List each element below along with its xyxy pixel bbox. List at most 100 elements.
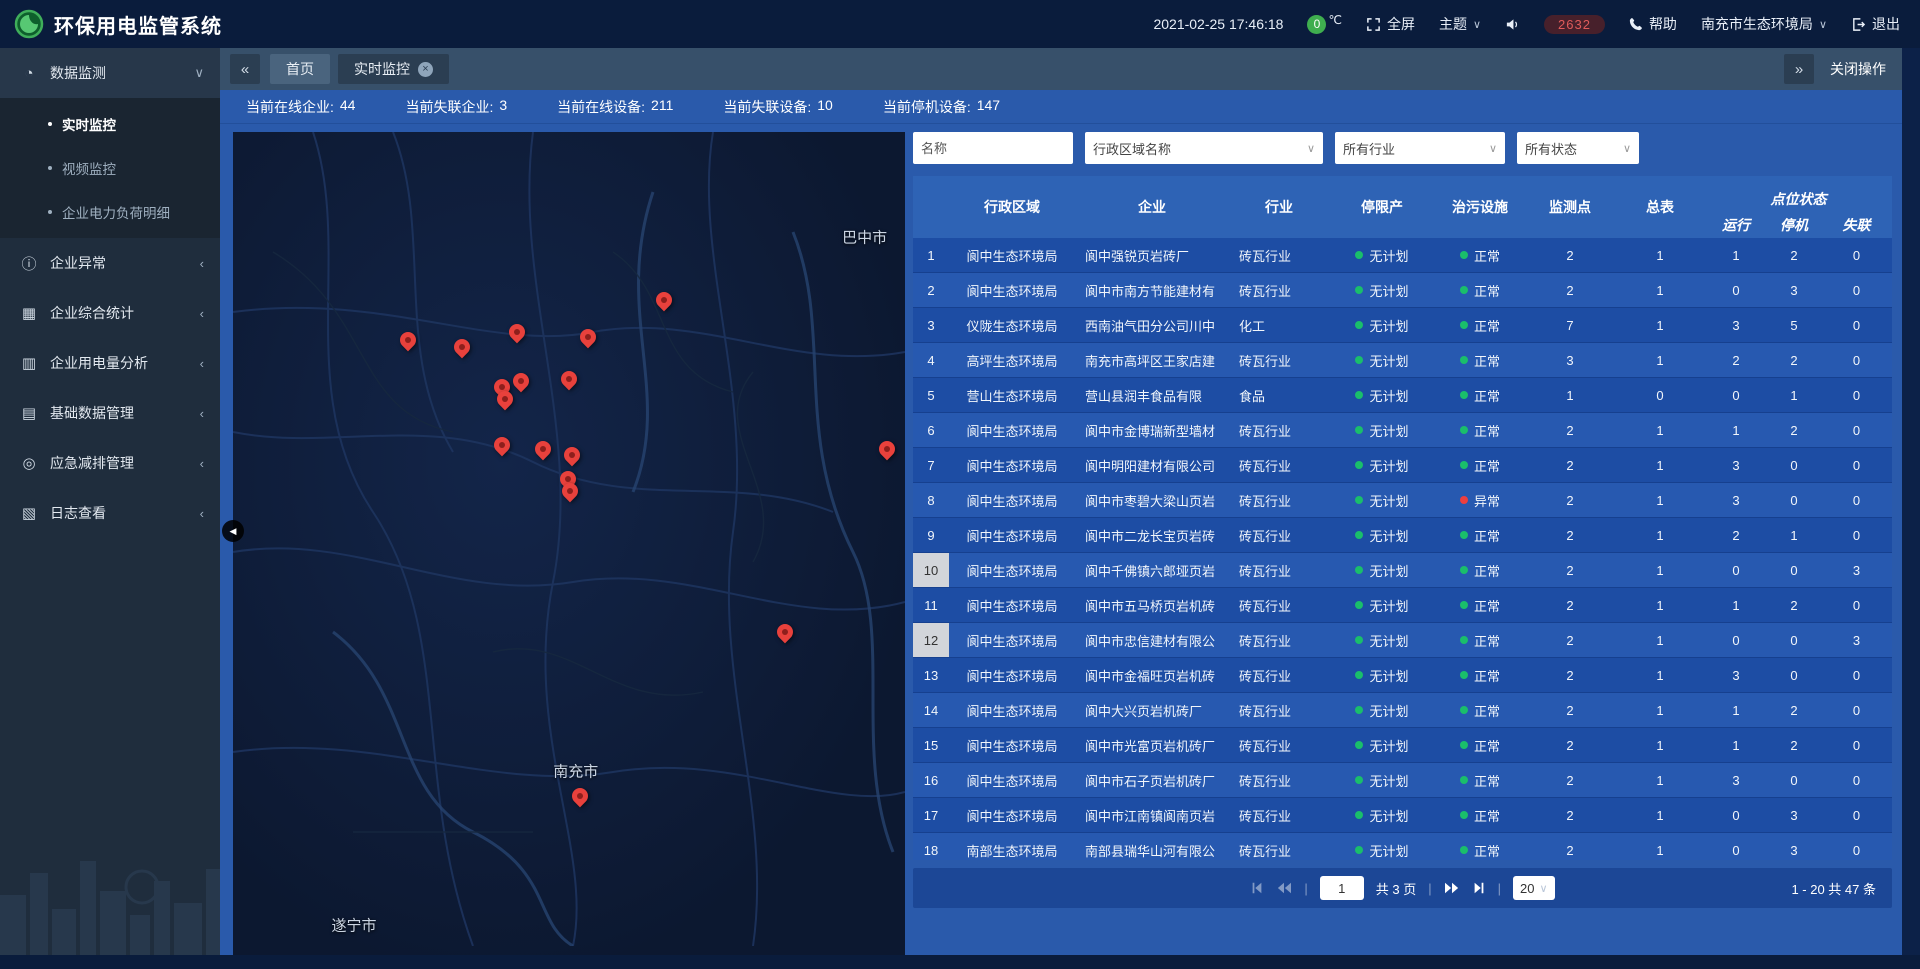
content: 巴中市南充市遂宁市 ◀ 行政区域名称 ∨: [220, 124, 1920, 955]
cell-stop: 0: [1767, 483, 1821, 517]
close-operations-button[interactable]: 关闭操作: [1830, 59, 1886, 79]
cell-run: 0: [1705, 833, 1767, 860]
table-row[interactable]: 12阆中生态环境局阆中市忠信建材有限公砖瓦行业无计划正常21003: [913, 623, 1892, 658]
table-row[interactable]: 1阆中生态环境局阆中强锐页岩砖厂砖瓦行业无计划正常21120: [913, 238, 1892, 273]
theme-dropdown[interactable]: 主题 ∨: [1439, 14, 1481, 34]
next-page-icon[interactable]: [1444, 881, 1460, 895]
cell-run: 1: [1705, 693, 1767, 727]
table-row[interactable]: 6阆中生态环境局阆中市金博瑞新型墙材砖瓦行业无计划正常21120: [913, 413, 1892, 448]
table-row[interactable]: 14阆中生态环境局阆中大兴页岩机砖厂砖瓦行业无计划正常21120: [913, 693, 1892, 728]
sidebar-item-企业异常[interactable]: ⓘ企业异常‹: [0, 238, 220, 288]
table-row[interactable]: 4高坪生态环境局南充市高坪区王家店建砖瓦行业无计划正常31220: [913, 343, 1892, 378]
table-row[interactable]: 3仪陇生态环境局西南油气田分公司川中化工无计划正常71350: [913, 308, 1892, 343]
map-pin-icon[interactable]: [533, 440, 553, 460]
speaker-icon[interactable]: [1505, 17, 1520, 32]
map-pin-icon[interactable]: [578, 328, 598, 348]
table-row[interactable]: 8阆中生态环境局阆中市枣碧大梁山页岩砖瓦行业无计划异常21300: [913, 483, 1892, 518]
table-row[interactable]: 15阆中生态环境局阆中市光富页岩机砖厂砖瓦行业无计划正常21120: [913, 728, 1892, 763]
sidebar-subitem-实时监控[interactable]: 实时监控: [0, 102, 220, 146]
stat-value: 10: [817, 97, 833, 117]
prev-page-icon[interactable]: [1276, 881, 1292, 895]
status-dot-icon: [1355, 811, 1363, 819]
table-row[interactable]: 5营山生态环境局营山县润丰食品有限食品无计划正常10010: [913, 378, 1892, 413]
sidebar-item-基础数据管理[interactable]: ▤基础数据管理‹: [0, 388, 220, 438]
map-collapse-handle[interactable]: ◀: [222, 520, 244, 542]
cell-industry: 砖瓦行业: [1229, 623, 1329, 657]
map-pin-icon[interactable]: [562, 446, 582, 466]
page-size-select[interactable]: 20 ∨: [1513, 876, 1555, 900]
sidebar-item-数据监测[interactable]: ◔数据监测∨: [0, 48, 220, 98]
sidebar-item-企业用电量分析[interactable]: ▥企业用电量分析‹: [0, 338, 220, 388]
cell-industry: 食品: [1229, 378, 1329, 412]
table-row[interactable]: 10阆中生态环境局阆中千佛镇六郎垭页岩砖瓦行业无计划正常21003: [913, 553, 1892, 588]
sidebar-subitem-视频监控[interactable]: 视频监控: [0, 146, 220, 190]
help-button[interactable]: 帮助: [1629, 14, 1677, 34]
chevron-down-icon: ∨: [1540, 882, 1548, 895]
map-pin-icon[interactable]: [495, 390, 515, 410]
map-pin-icon[interactable]: [507, 323, 527, 343]
status-dot-icon: [1460, 356, 1468, 364]
table-row[interactable]: 11阆中生态环境局阆中市五马桥页岩机砖砖瓦行业无计划正常21120: [913, 588, 1892, 623]
cell-industry: 砖瓦行业: [1229, 728, 1329, 762]
tab-首页[interactable]: 首页: [270, 54, 330, 84]
cell-stop: 2: [1767, 343, 1821, 377]
map-pin-icon[interactable]: [877, 440, 897, 460]
main-area: « 首页实时监控× » 关闭操作 当前在线企业:44当前失联企业:3当前在线设备…: [220, 48, 1920, 955]
status-dot-icon: [1355, 566, 1363, 574]
cell-lost: 0: [1821, 378, 1892, 412]
row-number: 17: [913, 798, 949, 832]
name-filter-input[interactable]: [921, 141, 1065, 156]
table-row[interactable]: 7阆中生态环境局阆中明阳建材有限公司砖瓦行业无计划正常21300: [913, 448, 1892, 483]
sidebar-item-企业综合统计[interactable]: ▦企业综合统计‹: [0, 288, 220, 338]
table-row[interactable]: 17阆中生态环境局阆中市江南镇阆南页岩砖瓦行业无计划正常21030: [913, 798, 1892, 833]
sidebar-item-日志查看[interactable]: ▧日志查看‹: [0, 488, 220, 538]
tab-实时监控[interactable]: 实时监控 ×: [338, 54, 449, 84]
cell-region: 阆中生态环境局: [949, 238, 1075, 272]
map-pin-icon[interactable]: [559, 370, 579, 390]
cell-region: 阆中生态环境局: [949, 413, 1075, 447]
tabs-scroll-right-icon[interactable]: »: [1784, 54, 1814, 84]
map-pin-icon[interactable]: [654, 291, 674, 311]
map-pin-icon[interactable]: [775, 623, 795, 643]
fullscreen-button[interactable]: 全屏: [1366, 14, 1415, 34]
table-row[interactable]: 16阆中生态环境局阆中市石子页岩机砖厂砖瓦行业无计划正常21300: [913, 763, 1892, 798]
cell-company: 南充市高坪区王家店建: [1075, 343, 1229, 377]
map-pin-icon[interactable]: [492, 436, 512, 456]
region-filter-select[interactable]: 行政区域名称 ∨: [1085, 132, 1323, 164]
map-pin-icon[interactable]: [570, 787, 590, 807]
table-row[interactable]: 13阆中生态环境局阆中市金福旺页岩机砖砖瓦行业无计划正常21300: [913, 658, 1892, 693]
cell-stop: 1: [1767, 518, 1821, 552]
cell-lost: 0: [1821, 658, 1892, 692]
map-pin-icon[interactable]: [452, 338, 472, 358]
row-number: 9: [913, 518, 949, 552]
last-page-icon[interactable]: [1472, 881, 1486, 895]
first-page-icon[interactable]: [1250, 881, 1264, 895]
table-row[interactable]: 18南部生态环境局南部县瑞华山河有限公砖瓦行业无计划正常21030: [913, 833, 1892, 860]
sidebar-subitem-企业电力负荷明细[interactable]: 企业电力负荷明细: [0, 190, 220, 234]
logout-button[interactable]: 退出: [1851, 14, 1900, 34]
cell-company: 西南油气田分公司川中: [1075, 308, 1229, 342]
map-pin-icon[interactable]: [398, 331, 418, 351]
status-filter-select[interactable]: 所有状态 ∨: [1517, 132, 1639, 164]
page-number-input[interactable]: [1320, 876, 1364, 900]
status-dot-icon: [1460, 776, 1468, 784]
table-row[interactable]: 9阆中生态环境局阆中市二龙长宝页岩砖砖瓦行业无计划正常21210: [913, 518, 1892, 553]
tabs-scroll-left-icon[interactable]: «: [230, 54, 260, 84]
stat-item: 当前失联设备:10: [723, 97, 832, 117]
cell-company: 阆中市五马桥页岩机砖: [1075, 588, 1229, 622]
tab-label: 实时监控: [354, 59, 410, 79]
cell-limit-status: 无计划: [1329, 553, 1435, 587]
sidebar-item-应急减排管理[interactable]: ◎应急减排管理‹: [0, 438, 220, 488]
col-header-run: 运行: [1705, 211, 1767, 238]
map-panel[interactable]: 巴中市南充市遂宁市 ◀: [233, 132, 905, 955]
map-pin-icon[interactable]: [560, 482, 580, 502]
stat-item: 当前在线企业:44: [246, 97, 355, 117]
cell-company: 营山县润丰食品有限: [1075, 378, 1229, 412]
table-row[interactable]: 2阆中生态环境局阆中市南方节能建材有砖瓦行业无计划正常21030: [913, 273, 1892, 308]
tab-close-icon[interactable]: ×: [418, 62, 433, 77]
org-dropdown[interactable]: 南充市生态环境局 ∨: [1701, 14, 1827, 34]
map-pin-icon[interactable]: [511, 372, 531, 392]
notice-count-badge[interactable]: 2632: [1544, 15, 1605, 34]
industry-filter-select[interactable]: 所有行业 ∨: [1335, 132, 1505, 164]
status-dot-icon: [1460, 461, 1468, 469]
